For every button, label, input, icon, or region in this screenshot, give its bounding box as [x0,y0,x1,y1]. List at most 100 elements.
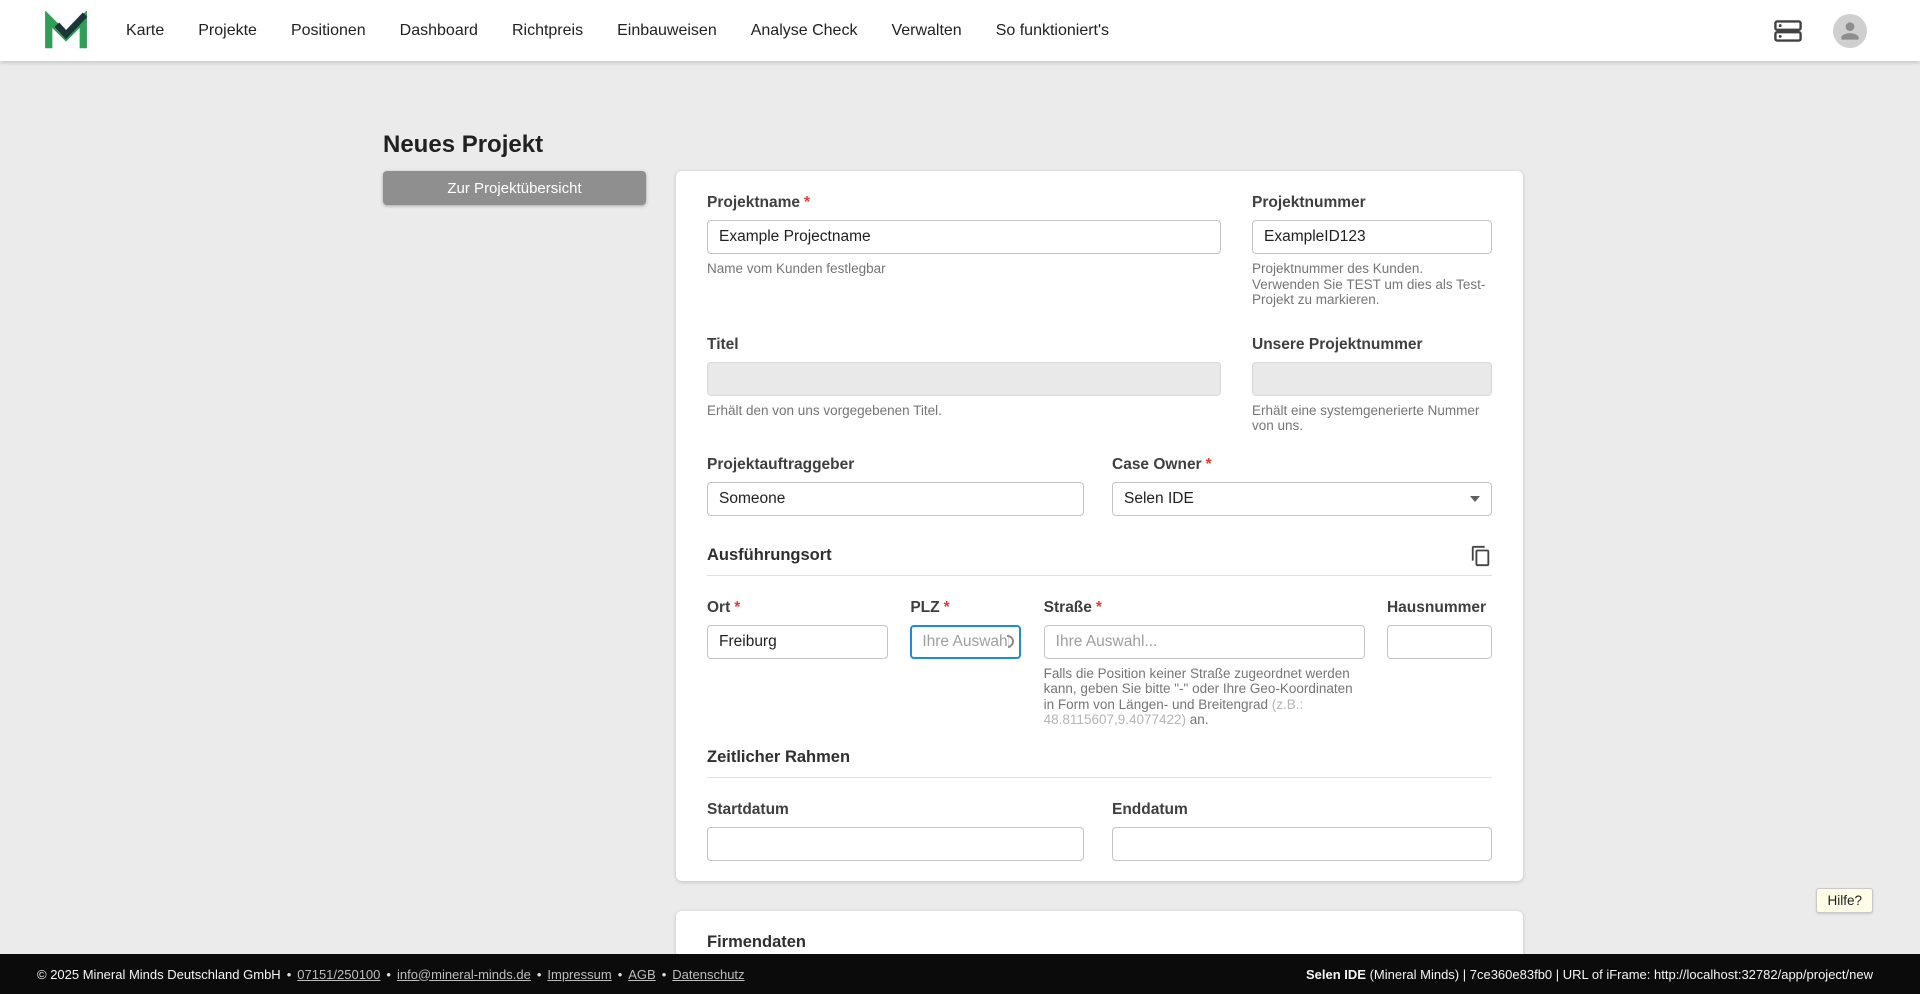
plz-field: PLZ * [910,598,1022,728]
enddatum-input[interactable] [1112,826,1492,861]
titel-label: Titel [707,335,1221,354]
strasse-input[interactable] [1043,624,1365,659]
hilfe-button[interactable]: Hilfe? [1816,888,1873,913]
footer-separator: • [386,966,391,982]
footer-separator: • [286,966,292,982]
nav-positionen[interactable]: Positionen [291,22,366,40]
project-form-card: Projektname* Name vom Kunden festlegbar … [676,171,1523,881]
projektauftraggeber-label: Projektauftraggeber [707,455,1084,474]
footer-phone-link[interactable]: 07151/250100 [297,967,380,982]
copy-icon[interactable] [1470,545,1492,567]
caret-down-icon [1470,495,1480,502]
server-icon[interactable] [1773,19,1803,43]
enddatum-label-text: Enddatum [1112,800,1188,818]
projektnummer-label-text: Projektnummer [1252,194,1366,211]
footer-email-link[interactable]: info@mineral-minds.de [397,967,531,982]
app-logo[interactable] [44,9,88,51]
titel-label-text: Titel [707,335,739,353]
unsere-projektnummer-label-text: Unsere Projektnummer [1252,335,1423,353]
main-column: Projektname* Name vom Kunden festlegbar … [676,171,1523,954]
plz-label-text: PLZ [910,598,940,616]
person-icon [1841,21,1859,40]
projektname-field: Projektname* Name vom Kunden festlegbar [707,193,1221,308]
ort-label: Ort * [707,598,888,617]
zur-projektuebersicht-button[interactable]: Zur Projektübersicht [383,171,646,205]
required-marker: * [1095,598,1102,616]
projektauftraggeber-input[interactable] [707,481,1084,516]
projektauftraggeber-field: Projektauftraggeber [707,455,1084,516]
firmendaten-heading: Firmendaten [707,933,807,951]
startdatum-label: Startdatum [707,800,1084,819]
nav-projekte[interactable]: Projekte [198,22,257,40]
main-nav: Karte Projekte Positionen Dashboard Rich… [126,22,1109,40]
strasse-helper: Falls die Position keiner Straße zugeord… [1044,666,1365,728]
ort-field: Ort * [707,598,888,728]
page-title: Neues Projekt [383,131,544,158]
startdatum-field: Startdatum [707,800,1084,861]
footer-copyright: © 2025 Mineral Minds Deutschland GmbH [37,966,281,982]
footer-datenschutz-link[interactable]: Datenschutz [672,967,744,982]
footer-separator: • [617,966,623,982]
plz-label: PLZ * [910,598,1021,617]
enddatum-field: Enddatum [1112,800,1492,861]
required-marker: * [734,598,741,616]
page-footer: © 2025 Mineral Minds Deutschland GmbH • … [0,954,1920,994]
case-owner-select[interactable]: Selen IDE [1112,481,1492,516]
required-marker: * [1205,455,1212,473]
nav-karte[interactable]: Karte [126,22,164,40]
footer-impressum-link[interactable]: Impressum [547,967,611,982]
case-owner-field: Case Owner * Selen IDE [1112,455,1492,516]
projektnummer-helper: Projektnummer des Kunden. Verwenden Sie … [1252,261,1486,307]
ausfuehrungsort-heading: Ausführungsort [707,546,832,564]
section-divider [707,776,1492,778]
footer-session-info: Selen IDE (Mineral Minds) | 7ce360e83fb0… [1306,967,1873,982]
hausnummer-label-text: Hausnummer [1386,598,1487,616]
strasse-helper-suffix: an. [1186,712,1209,727]
footer-agb-link[interactable]: AGB [628,967,655,982]
unsere-projektnummer-label: Unsere Projektnummer [1252,335,1492,354]
nav-verwalten[interactable]: Verwalten [891,22,961,40]
nav-so-funktionierts[interactable]: So funktioniert's [996,22,1109,40]
strasse-label-text: Straße [1043,598,1092,616]
projektname-helper: Name vom Kunden festlegbar [707,261,886,276]
projektnummer-field: Projektnummer Projektnummer des Kunden. … [1252,193,1492,308]
hausnummer-input[interactable] [1386,624,1492,659]
strasse-helper-main: Falls die Position keiner Straße zugeord… [1043,665,1353,712]
navbar-right [1773,13,1867,48]
footer-separator: • [536,966,542,982]
nav-dashboard[interactable]: Dashboard [400,22,478,40]
case-owner-label-text: Case Owner [1112,455,1202,473]
projektnummer-input[interactable] [1252,220,1492,254]
ort-label-text: Ort [707,598,731,616]
nav-einbauweisen[interactable]: Einbauweisen [617,22,717,40]
titel-input [707,361,1221,396]
unsere-projektnummer-input [1252,361,1492,396]
left-column: Zur Projektübersicht [383,171,646,205]
user-avatar[interactable] [1833,13,1867,48]
unsere-projektnummer-helper: Erhält eine systemgenerierte Nummer von … [1252,402,1480,434]
top-navbar: Karte Projekte Positionen Dashboard Rich… [0,0,1920,61]
page-content: Neues Projekt Zur Projektübersicht Proje… [0,61,1920,954]
footer-session-details: (Mineral Minds) | 7ce360e83fb0 | URL of … [1365,966,1873,982]
logo-icon [45,9,88,48]
projektname-input[interactable] [707,220,1221,254]
footer-separator: • [661,966,667,982]
nav-analyse-check[interactable]: Analyse Check [751,22,858,40]
hausnummer-field: Hausnummer [1386,598,1492,728]
strasse-label: Straße * [1044,598,1365,617]
unsere-projektnummer-field: Unsere Projektnummer Erhält eine systemg… [1252,335,1492,434]
nav-richtpreis[interactable]: Richtpreis [512,22,583,40]
ausfuehrungsort-section-header: Ausführungsort [707,545,1492,567]
case-owner-label: Case Owner * [1112,455,1492,474]
ort-input[interactable] [707,624,888,659]
footer-user-name: Selen IDE [1305,966,1366,982]
projektname-label-text: Projektname [707,194,801,211]
titel-field: Titel Erhält den von uns vorgegebenen Ti… [707,335,1221,434]
projektnummer-label: Projektnummer [1252,193,1492,212]
hausnummer-label: Hausnummer [1387,598,1492,617]
firmendaten-section-header: Firmendaten [707,933,1492,953]
zeitlicher-rahmen-section-header: Zeitlicher Rahmen [707,748,1492,768]
startdatum-input[interactable] [707,826,1084,861]
projektauftraggeber-label-text: Projektauftraggeber [707,455,855,473]
strasse-field: Straße* Falls die Position keiner Straße… [1043,598,1365,728]
